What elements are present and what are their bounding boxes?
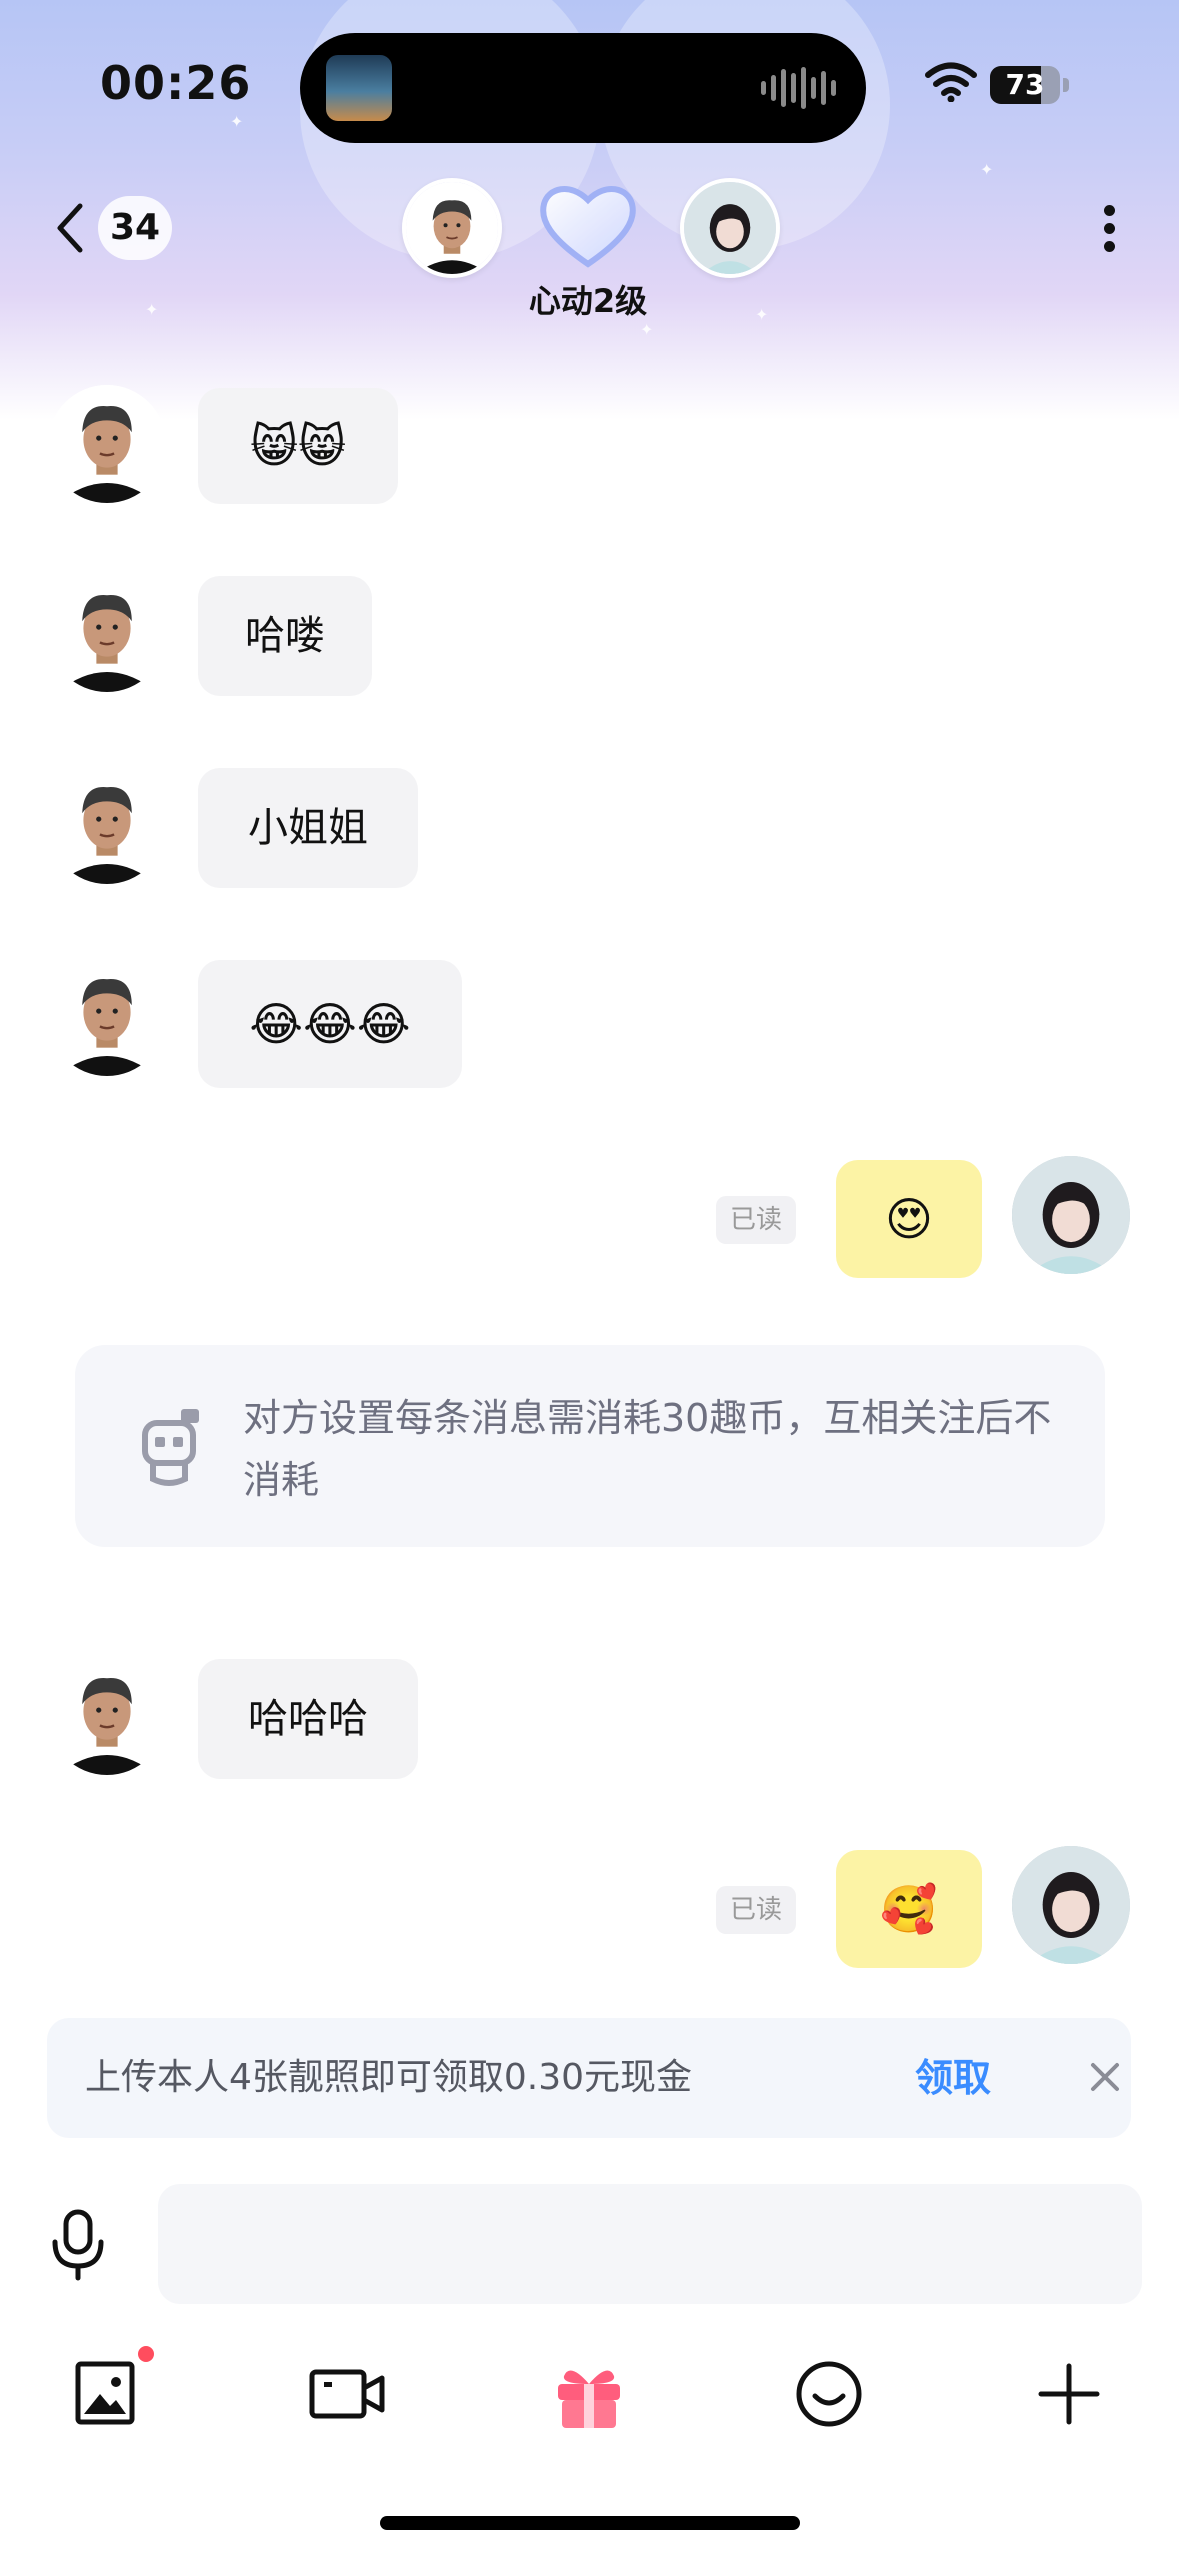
home-indicator[interactable] xyxy=(380,2516,800,2530)
system-notice-text: 对方设置每条消息需消耗30趣币，互相关注后不消耗 xyxy=(243,1396,1052,1502)
message-bubble[interactable]: 哈喽 xyxy=(198,576,372,696)
battery-icon: 73 xyxy=(990,66,1060,104)
status-time: 00:26 xyxy=(100,56,252,110)
plus-icon[interactable] xyxy=(1030,2358,1108,2430)
promo-banner: 上传本人4张靓照即可领取0.30元现金 领取 xyxy=(47,2018,1131,2138)
close-icon[interactable] xyxy=(1087,2059,1123,2095)
my-message-avatar[interactable] xyxy=(1012,1846,1130,1964)
sparkle-icon: ✦ xyxy=(145,300,159,319)
image-icon[interactable] xyxy=(70,2358,148,2430)
video-icon[interactable] xyxy=(308,2358,386,2430)
wifi-icon xyxy=(925,62,977,102)
audio-waveform-icon xyxy=(761,67,836,109)
message-bubble[interactable]: 哈哈哈 xyxy=(198,1659,418,1779)
partner-message-avatar[interactable] xyxy=(48,766,166,884)
sparkle-icon: ✦ xyxy=(640,320,654,339)
more-options-icon[interactable] xyxy=(1104,205,1116,255)
my-avatar[interactable] xyxy=(680,178,780,278)
dynamic-island xyxy=(300,33,866,143)
robot-icon xyxy=(142,1409,199,1486)
sparkle-icon: ✦ xyxy=(980,160,994,179)
partner-message-avatar[interactable] xyxy=(48,574,166,692)
notification-dot xyxy=(138,2346,154,2362)
sparkle-icon: ✦ xyxy=(755,305,769,324)
unread-count-badge[interactable]: 34 xyxy=(98,196,172,260)
message-bubble[interactable]: 😸😸 xyxy=(198,388,398,504)
battery-tip xyxy=(1063,78,1069,92)
gift-icon[interactable] xyxy=(550,2358,628,2430)
my-message-avatar[interactable] xyxy=(1012,1156,1130,1274)
battery-level: 73 xyxy=(1005,68,1045,101)
read-status-badge: 已读 xyxy=(716,1886,796,1934)
microphone-icon[interactable] xyxy=(50,2208,106,2282)
message-input[interactable] xyxy=(158,2184,1142,2304)
read-status-badge: 已读 xyxy=(716,1196,796,1244)
message-bubble[interactable]: 😍 xyxy=(836,1160,982,1278)
message-bubble[interactable]: 🥰 xyxy=(836,1850,982,1968)
partner-message-avatar[interactable] xyxy=(48,958,166,1076)
now-playing-artwork xyxy=(326,55,392,121)
message-bubble[interactable]: 😂😂😂 xyxy=(198,960,462,1088)
intimacy-level-label[interactable]: 心动2级 xyxy=(488,276,688,322)
partner-message-avatar[interactable] xyxy=(48,1657,166,1775)
partner-avatar[interactable] xyxy=(402,178,502,278)
back-button[interactable] xyxy=(52,200,86,256)
system-notice-card: 对方设置每条消息需消耗30趣币，互相关注后不消耗 xyxy=(75,1345,1105,1547)
partner-message-avatar[interactable] xyxy=(48,385,166,503)
sparkle-icon: ✦ xyxy=(230,112,244,131)
emoji-icon[interactable] xyxy=(790,2358,868,2430)
message-bubble[interactable]: 小姐姐 xyxy=(198,768,418,888)
promo-text: 上传本人4张靓照即可领取0.30元现金 xyxy=(85,2057,693,2098)
promo-claim-button[interactable]: 领取 xyxy=(915,2018,991,2138)
intimacy-heart-icon[interactable] xyxy=(536,178,640,272)
